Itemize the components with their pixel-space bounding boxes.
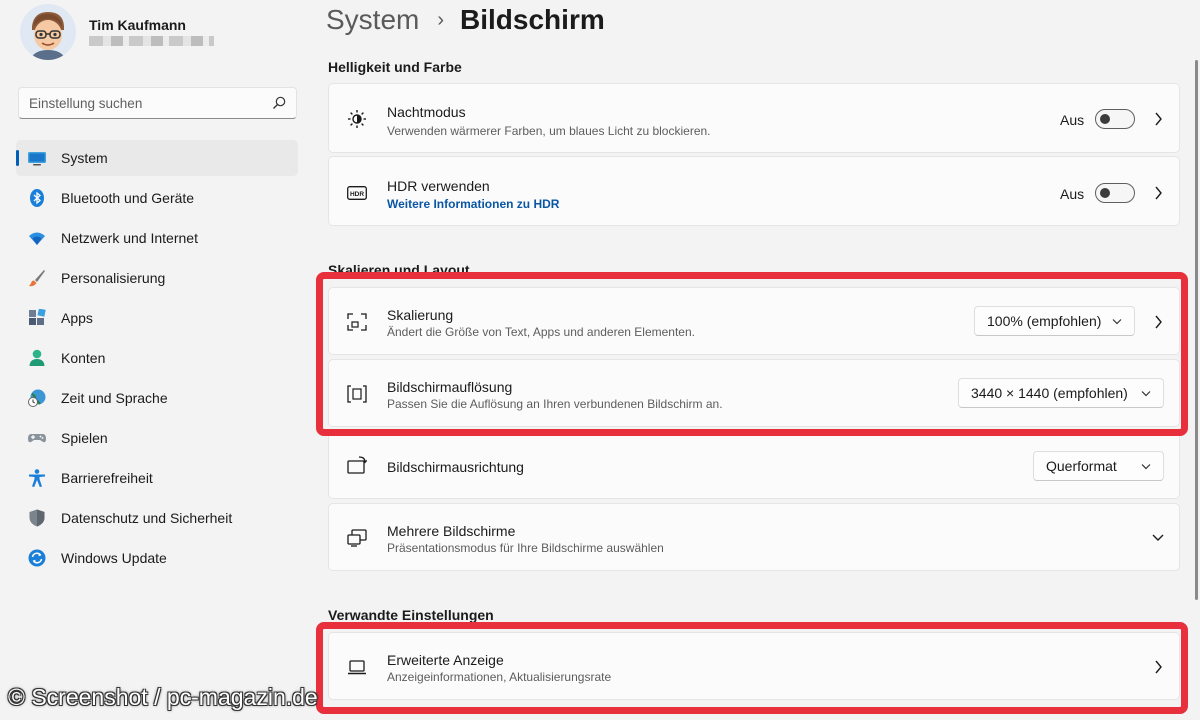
night-light-toggle-label: Aus xyxy=(1060,112,1085,128)
multiple-displays-card[interactable]: Mehrere Bildschirme Präsentationsmodus f… xyxy=(328,503,1180,571)
hdr-toggle[interactable] xyxy=(1095,183,1135,203)
brush-icon xyxy=(29,270,45,287)
advanced-display-description: Anzeigeinformationen, Aktualisierungsrat… xyxy=(387,670,612,684)
hdr-title: HDR verwenden xyxy=(387,178,490,194)
accessibility-icon xyxy=(29,469,45,487)
multiple-displays-description: Präsentationsmodus für Ihre Bildschirme … xyxy=(387,541,664,555)
update-icon xyxy=(28,549,46,567)
night-light-toggle[interactable] xyxy=(1095,109,1135,129)
multiple-displays-title: Mehrere Bildschirme xyxy=(387,523,516,539)
sidebar-item-label: Datenschutz und Sicherheit xyxy=(61,510,233,526)
monitor-icon xyxy=(28,152,46,166)
wifi-icon xyxy=(29,232,45,245)
user-email-redacted xyxy=(89,36,214,46)
scale-title: Skalierung xyxy=(387,307,454,323)
section-title-scaling: Skalieren und Layout xyxy=(328,262,470,278)
orientation-dropdown[interactable]: Querformat xyxy=(1033,451,1164,481)
sidebar-item-label: Windows Update xyxy=(61,550,167,566)
user-name: Tim Kaufmann xyxy=(89,17,186,33)
sidebar-item-label: System xyxy=(61,150,108,166)
scale-description: Ändert die Größe von Text, Apps und ande… xyxy=(387,325,695,339)
sidebar-nav: System Bluetooth und Geräte Netzwerk und… xyxy=(16,140,298,580)
resolution-title: Bildschirmauflösung xyxy=(387,379,513,395)
sidebar-item-label: Barrierefreiheit xyxy=(61,470,153,486)
sidebar-item-bluetooth[interactable]: Bluetooth und Geräte xyxy=(16,180,298,216)
chevron-right-icon xyxy=(1155,186,1162,200)
multiple-displays-icon xyxy=(347,529,367,547)
orientation-title: Bildschirmausrichtung xyxy=(387,459,524,475)
sidebar-item-label: Spielen xyxy=(61,430,108,446)
hdr-more-info-link[interactable]: Weitere Informationen zu HDR xyxy=(387,197,559,211)
gamepad-icon xyxy=(28,434,46,443)
apps-icon xyxy=(29,309,46,325)
page-title: Bildschirm xyxy=(460,4,605,35)
section-title-related: Verwandte Einstellungen xyxy=(328,607,494,623)
sidebar-item-label: Konten xyxy=(61,350,106,366)
scale-dropdown-value: 100% (empfohlen) xyxy=(987,313,1102,329)
sidebar: Tim Kaufmann System Bluetooth und Geräte xyxy=(0,0,312,720)
resolution-dropdown[interactable]: 3440 × 1440 (empfohlen) xyxy=(958,378,1164,408)
resolution-description: Passen Sie die Auflösung an Ihren verbun… xyxy=(387,397,723,411)
night-light-card[interactable]: Nachtmodus Verwenden wärmerer Farben, um… xyxy=(328,83,1180,153)
search-input[interactable] xyxy=(19,88,259,118)
scrollbar[interactable] xyxy=(1195,60,1198,600)
orientation-card[interactable]: Bildschirmausrichtung Querformat xyxy=(328,431,1180,499)
chevron-down-icon[interactable] xyxy=(1151,533,1165,543)
chevron-right-icon xyxy=(1155,660,1162,674)
person-icon xyxy=(29,349,45,366)
sidebar-item-windows-update[interactable]: Windows Update xyxy=(16,540,298,576)
sidebar-item-accounts[interactable]: Konten xyxy=(16,340,298,376)
breadcrumb: System › Bildschirm xyxy=(326,4,605,36)
breadcrumb-chevron-icon: › xyxy=(437,8,445,31)
laptop-icon xyxy=(348,660,366,675)
breadcrumb-parent[interactable]: System xyxy=(326,4,419,36)
hdr-icon: HDR xyxy=(347,186,367,200)
sidebar-item-gaming[interactable]: Spielen xyxy=(16,420,298,456)
sidebar-item-accessibility[interactable]: Barrierefreiheit xyxy=(16,460,298,496)
watermark: © Screenshot / pc-magazin.de xyxy=(8,684,318,710)
sidebar-item-label: Personalisierung xyxy=(61,270,166,286)
resolution-card[interactable]: Bildschirmauflösung Passen Sie die Auflö… xyxy=(328,359,1180,427)
scale-card[interactable]: Skalierung Ändert die Größe von Text, Ap… xyxy=(328,287,1180,355)
clock-globe-icon xyxy=(28,389,46,407)
chevron-down-icon xyxy=(1141,391,1151,397)
sidebar-item-personalization[interactable]: Personalisierung xyxy=(16,260,298,296)
hdr-toggle-label: Aus xyxy=(1060,186,1085,202)
advanced-display-card[interactable]: Erweiterte Anzeige Anzeigeinformationen,… xyxy=(328,632,1180,700)
avatar[interactable] xyxy=(20,4,76,60)
resolution-icon xyxy=(347,385,367,403)
sidebar-item-time-language[interactable]: Zeit und Sprache xyxy=(16,380,298,416)
orientation-icon xyxy=(347,456,367,474)
scale-dropdown[interactable]: 100% (empfohlen) xyxy=(974,306,1135,336)
sidebar-item-label: Netzwerk und Internet xyxy=(61,230,198,246)
night-light-title: Nachtmodus xyxy=(387,104,466,120)
shield-icon xyxy=(29,509,45,527)
scale-icon xyxy=(347,313,367,331)
sidebar-item-privacy[interactable]: Datenschutz und Sicherheit xyxy=(16,500,298,536)
sidebar-item-apps[interactable]: Apps xyxy=(16,300,298,336)
resolution-dropdown-value: 3440 × 1440 (empfohlen) xyxy=(971,385,1128,401)
main-content: System › Bildschirm Helligkeit und Farbe… xyxy=(312,0,1200,720)
chevron-down-icon xyxy=(1141,464,1151,470)
sidebar-item-label: Bluetooth und Geräte xyxy=(61,190,195,206)
search-box[interactable] xyxy=(18,87,297,119)
night-light-icon xyxy=(348,110,366,128)
chevron-right-icon xyxy=(1155,112,1162,126)
search-icon[interactable] xyxy=(272,96,286,110)
sidebar-item-label: Zeit und Sprache xyxy=(61,390,168,406)
sidebar-item-system[interactable]: System xyxy=(16,140,298,176)
chevron-right-icon xyxy=(1155,315,1162,329)
hdr-card[interactable]: HDR HDR verwenden Weitere Informationen … xyxy=(328,156,1180,226)
sidebar-item-network[interactable]: Netzwerk und Internet xyxy=(16,220,298,256)
svg-text:HDR: HDR xyxy=(350,191,364,198)
sidebar-item-label: Apps xyxy=(61,310,93,326)
night-light-description: Verwenden wärmerer Farben, um blaues Lic… xyxy=(387,124,711,138)
orientation-dropdown-value: Querformat xyxy=(1046,458,1117,474)
section-title-brightness: Helligkeit und Farbe xyxy=(328,59,462,75)
advanced-display-title: Erweiterte Anzeige xyxy=(387,652,504,668)
bluetooth-icon xyxy=(30,189,44,207)
chevron-down-icon xyxy=(1112,319,1122,325)
